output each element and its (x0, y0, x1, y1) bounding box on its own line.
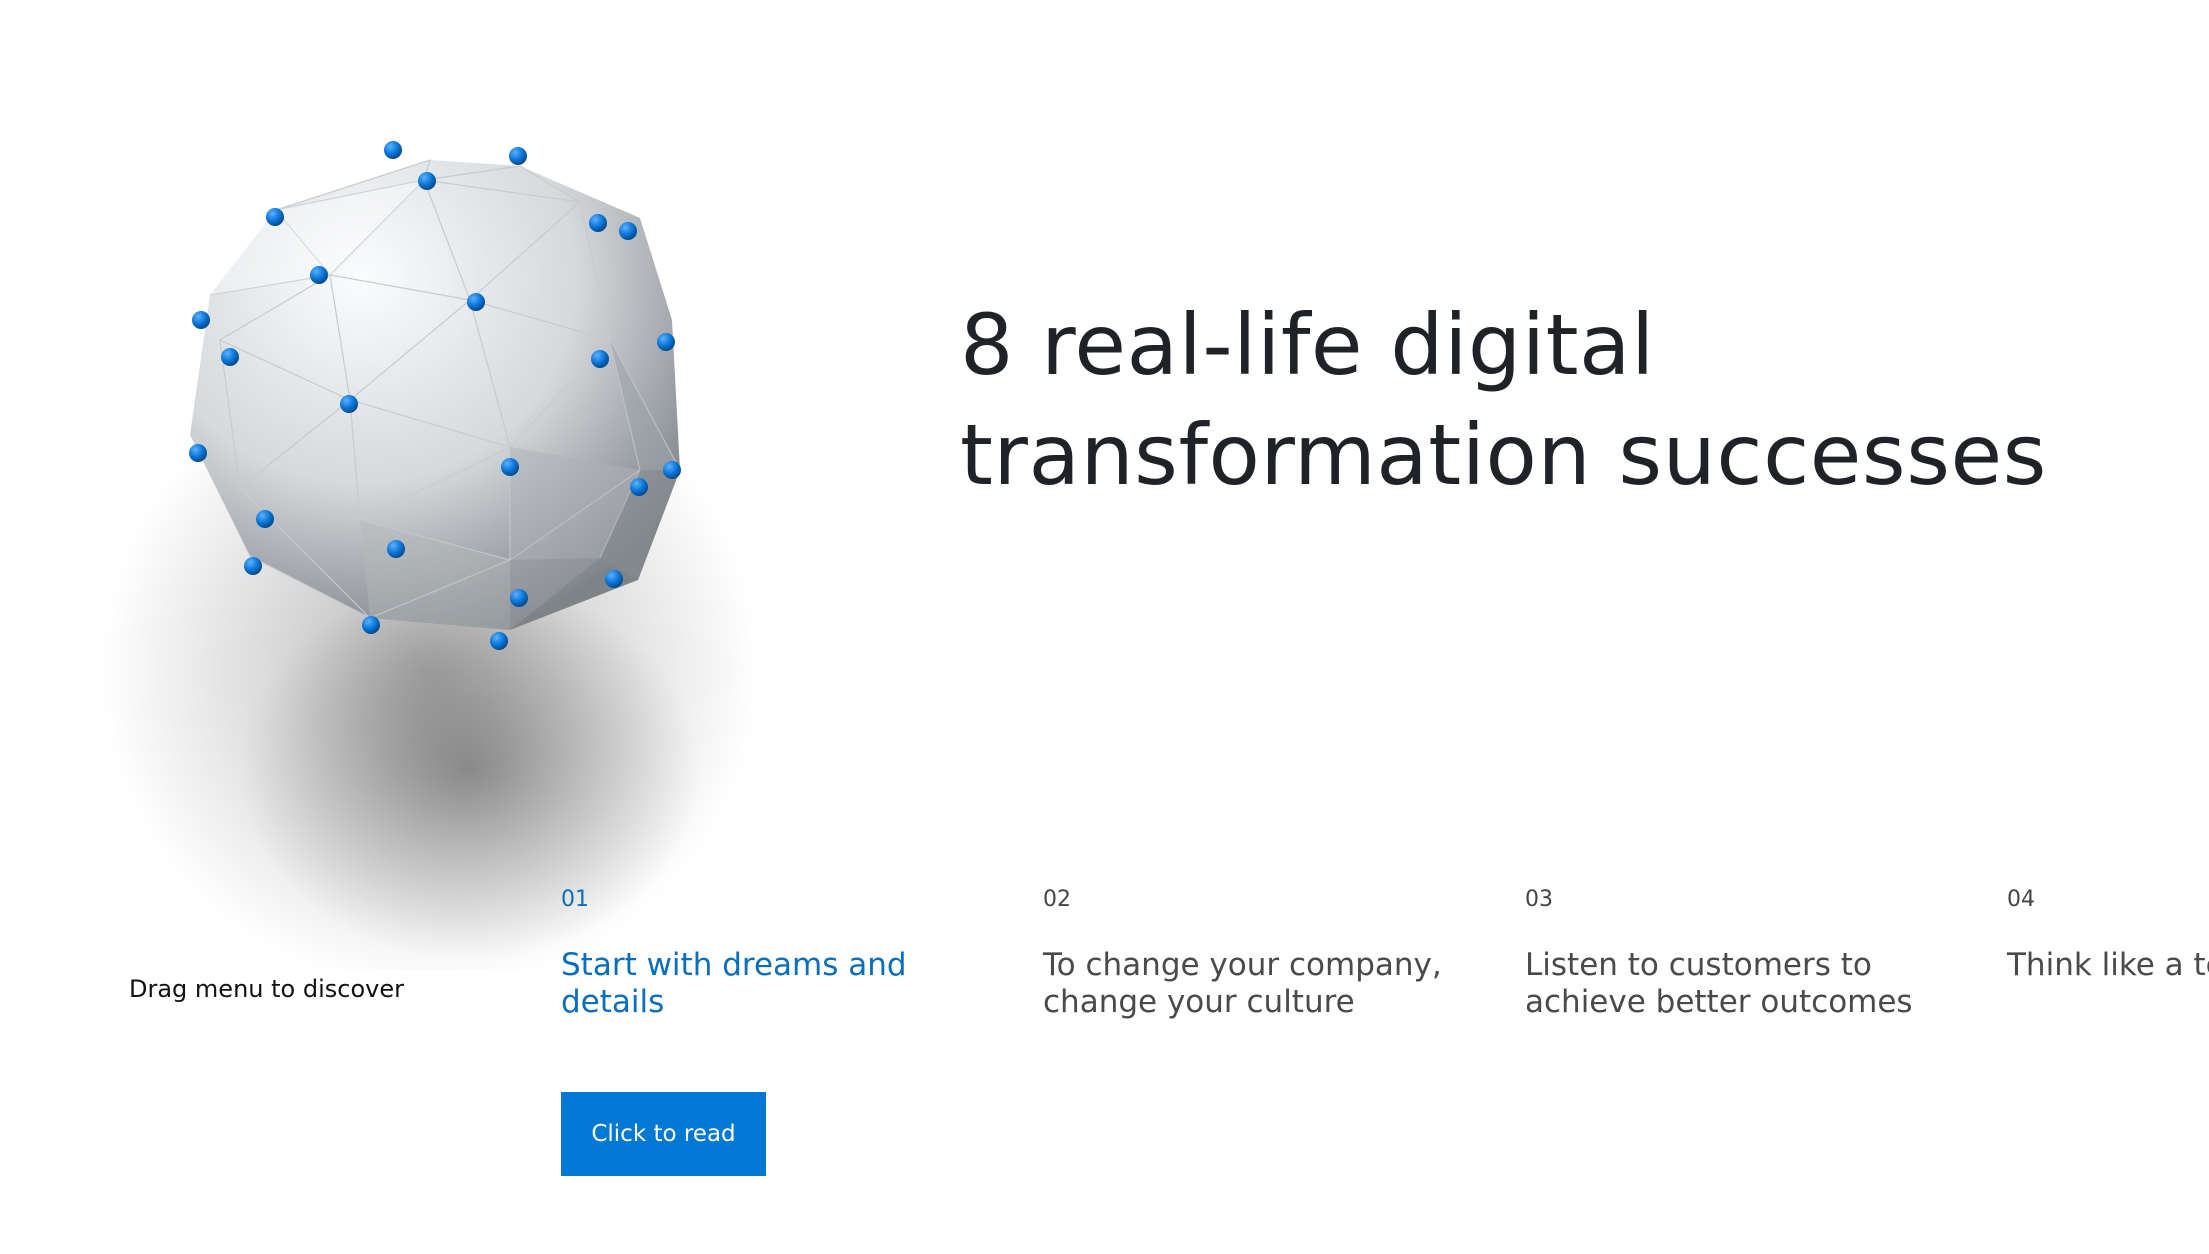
headline-line-2: transformation successes (960, 406, 2047, 504)
carousel-item-02[interactable]: 02 To change your company, change your c… (1043, 885, 1463, 1021)
item-title[interactable]: Listen to customers to achieve better ou… (1525, 947, 1945, 1021)
carousel-item-03[interactable]: 03 Listen to customers to achieve better… (1525, 885, 1945, 1021)
polyhedron-sphere-icon (40, 90, 880, 970)
item-title[interactable]: Think like a tech company (2007, 947, 2209, 984)
item-number: 02 (1043, 887, 1071, 912)
item-number: 04 (2007, 887, 2035, 912)
item-title[interactable]: Start with dreams and details (561, 947, 981, 1021)
page: 8 real-life digital transformation succe… (0, 0, 2209, 1254)
page-title: 8 real-life digital transformation succe… (960, 290, 2160, 510)
carousel-item-01[interactable]: 01 Start with dreams and details Click t… (561, 885, 981, 1176)
item-number: 01 (561, 887, 589, 912)
drag-hint: Drag menu to discover (129, 975, 404, 1003)
headline-line-1: 8 real-life digital (960, 296, 1655, 394)
carousel-menu[interactable]: 01 Start with dreams and details Click t… (561, 885, 2209, 1205)
carousel-item-04[interactable]: 04 Think like a tech company (2007, 885, 2209, 984)
click-to-read-button[interactable]: Click to read (561, 1092, 766, 1176)
item-title[interactable]: To change your company, change your cult… (1043, 947, 1463, 1021)
item-number: 03 (1525, 887, 1553, 912)
